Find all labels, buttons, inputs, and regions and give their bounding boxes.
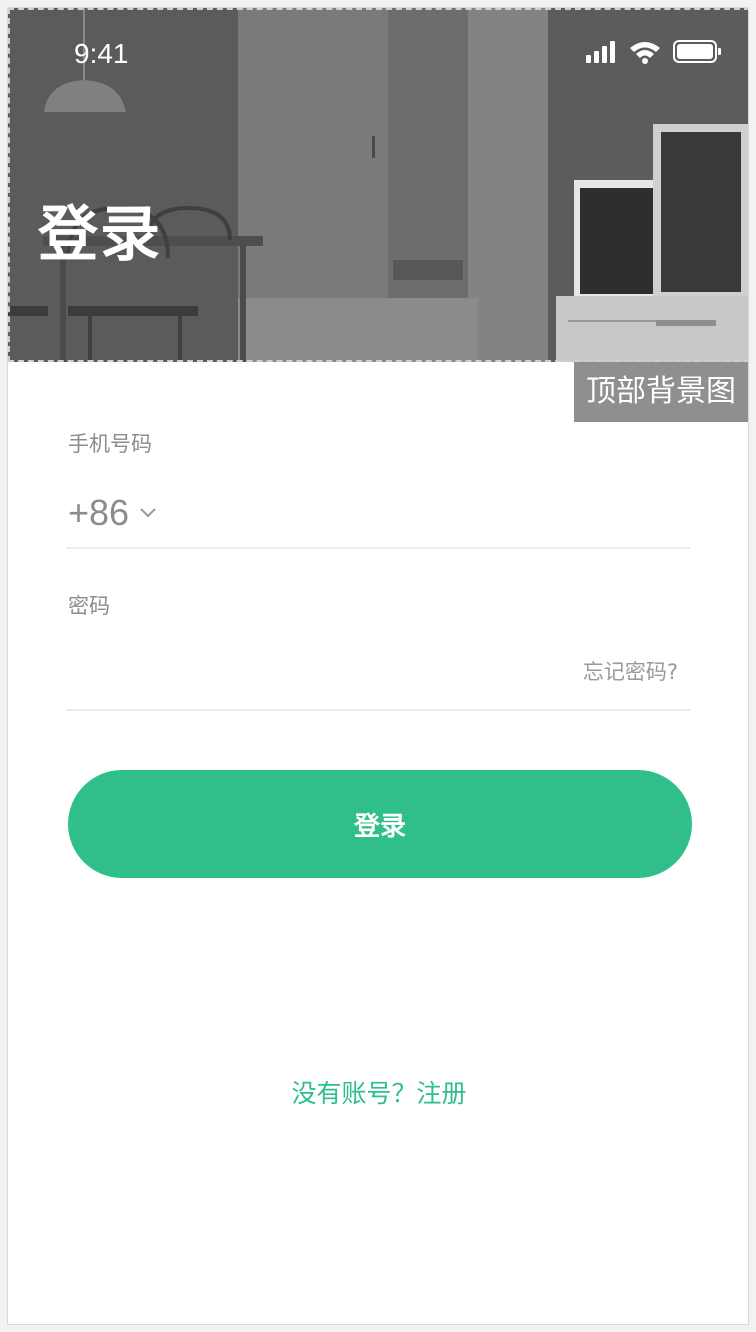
password-field-underline: [66, 709, 690, 711]
phone-field-underline: [66, 547, 690, 549]
background-image-annotation: 顶部背景图: [574, 362, 748, 422]
register-link[interactable]: 没有账号？注册: [8, 1074, 748, 1110]
status-time: 9:41: [74, 38, 129, 69]
password-label: 密码: [68, 594, 110, 618]
country-code-selector[interactable]: +86: [68, 492, 157, 534]
hero-background-image: 9:41 登录: [8, 8, 748, 362]
country-code: +86: [68, 492, 130, 533]
phone-label: 手机号码: [68, 432, 152, 456]
chevron-down-icon: [140, 508, 156, 518]
login-button[interactable]: 登录: [68, 770, 692, 878]
wifi-icon: [630, 42, 660, 64]
signal-icon: [586, 41, 615, 63]
phone-screen: 9:41 登录 顶部背景图 手机号码 +86 密码 忘记密码? 登录 没有账号？…: [7, 7, 749, 1325]
forgot-password-link[interactable]: 忘记密码?: [583, 656, 678, 686]
status-icons: [586, 40, 722, 64]
battery-icon: [673, 40, 721, 63]
page-title: 登录: [38, 200, 162, 270]
